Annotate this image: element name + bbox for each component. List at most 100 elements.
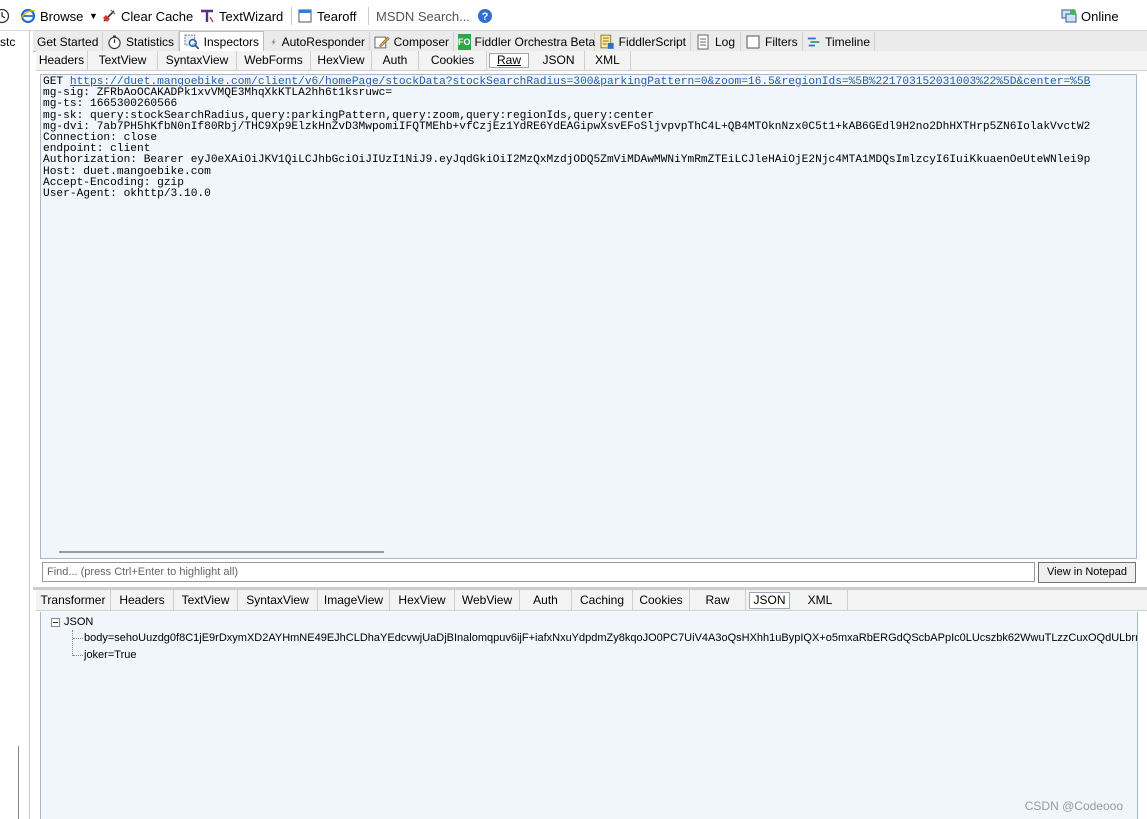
clear-cache-icon — [103, 9, 116, 22]
tab-label: Filters — [765, 34, 798, 49]
main-tab-strip: Get Started Statistics Inspectors AutoRe… — [33, 31, 1147, 52]
json-node-body[interactable]: body=sehoUuzdg0f8C1jE9rDxymXD2AYHmNE49EJ… — [84, 632, 1137, 644]
req-tab-syntaxview[interactable]: SyntaxView — [158, 51, 237, 70]
tab-composer[interactable]: Composer — [370, 32, 454, 51]
svg-text:?: ? — [482, 11, 489, 23]
online-label: Online — [1081, 8, 1119, 24]
req-tab-auth[interactable]: Auth — [372, 51, 419, 70]
textwizard-icon — [201, 9, 214, 23]
req-tab-cookies[interactable]: Cookies — [419, 51, 487, 70]
tab-autoresponder[interactable]: AutoResponder — [266, 32, 370, 51]
clear-cache-button[interactable]: Clear Cache — [101, 6, 193, 26]
find-bar: Find... (press Ctrl+Enter to highlight a… — [40, 562, 1138, 584]
compose-icon — [374, 36, 390, 48]
header-line: Accept-Encoding: gzip — [43, 176, 184, 189]
textwizard-label: TextWizard — [219, 8, 284, 24]
resp-tab-auth[interactable]: Auth — [520, 590, 572, 610]
resp-tab-xml[interactable]: XML — [793, 590, 848, 610]
tab-label: FiddlerScript — [618, 34, 686, 49]
watermark: CSDN @Codeooo — [1024, 799, 1123, 813]
raw-request-text[interactable]: GET https://duet.mangoebike.com/client/v… — [43, 76, 1091, 201]
req-tab-json[interactable]: JSON — [533, 51, 585, 70]
horizontal-scrollbar[interactable] — [59, 551, 384, 553]
tab-filters[interactable]: Filters — [741, 32, 803, 51]
network-online-icon — [1061, 9, 1077, 23]
header-line: Connection: close — [43, 132, 158, 145]
resp-tab-imageview[interactable]: ImageView — [318, 590, 390, 610]
browse-button[interactable]: Browse — [20, 6, 83, 26]
session-list-partial-text: stc — [0, 35, 16, 49]
resp-tab-syntaxview[interactable]: SyntaxView — [238, 590, 318, 610]
resp-tab-hexview[interactable]: HexView — [390, 590, 455, 610]
header-line: mg-sk: query:stockSearchRadius,query:par… — [43, 109, 654, 122]
req-tab-xml[interactable]: XML — [585, 51, 631, 70]
tree-connector — [72, 630, 74, 656]
msdn-search-box[interactable]: MSDN Search... — [376, 6, 470, 26]
clear-cache-label: Clear Cache — [121, 8, 194, 24]
tab-inspectors[interactable]: Inspectors — [179, 31, 264, 52]
raw-request-view[interactable]: GET https://duet.mangoebike.com/client/v… — [40, 74, 1137, 559]
header-line: User-Agent: okhttp/3.10.0 — [43, 188, 211, 201]
response-json-tree[interactable]: JSON body=sehoUuzdg0f8C1jE9rDxymXD2AYHmN… — [40, 612, 1138, 819]
tab-log[interactable]: Log — [691, 32, 741, 51]
req-tab-raw[interactable]: Raw — [489, 53, 529, 68]
help-icon[interactable]: ? — [477, 6, 497, 26]
header-line: mg-dvi: 7ab7PH5hKfbN0nIf80Rbj/THC9Xp9Elz… — [43, 120, 1091, 133]
header-line: Host: duet.mangoebike.com — [43, 165, 211, 178]
tab-timeline[interactable]: Timeline — [803, 32, 875, 51]
collapse-icon[interactable] — [51, 617, 60, 627]
tab-label: Inspectors — [203, 35, 259, 49]
fo-badge-icon: FO — [458, 33, 471, 50]
req-tab-webforms[interactable]: WebForms — [237, 51, 311, 70]
tearoff-button[interactable]: Tearoff — [297, 6, 357, 26]
tearoff-label: Tearoff — [317, 8, 357, 24]
response-inspector-tabs: Transformer Headers TextView SyntaxView … — [36, 590, 1147, 611]
resp-tab-transformer[interactable]: Transformer — [36, 590, 111, 610]
browse-label: Browse — [40, 8, 84, 24]
script-icon — [600, 34, 614, 49]
req-tab-textview[interactable]: TextView — [88, 51, 158, 70]
resp-tab-headers[interactable]: Headers — [111, 590, 174, 610]
resp-tab-json[interactable]: JSON — [749, 592, 790, 609]
log-icon — [697, 34, 709, 49]
stopwatch-icon — [108, 34, 121, 49]
tree-connector — [73, 655, 83, 656]
tab-label: Statistics — [125, 34, 174, 49]
resp-tab-caching[interactable]: Caching — [572, 590, 633, 610]
tab-label: Get Started — [37, 34, 99, 49]
stream-icon[interactable] — [0, 6, 14, 26]
request-url-link[interactable]: https://duet.mangoebike.com/client/v6/ho… — [70, 76, 1090, 88]
checkbox-icon — [746, 35, 760, 48]
find-input[interactable]: Find... (press Ctrl+Enter to highlight a… — [42, 562, 1035, 582]
header-line: Authorization: Bearer eyJ0eXAiOiJKV1QiLC… — [43, 154, 1091, 167]
view-in-notepad-button[interactable]: View in Notepad — [1038, 562, 1136, 583]
browse-dropdown-icon[interactable]: ▼ — [89, 6, 98, 26]
tab-statistics[interactable]: Statistics — [103, 32, 179, 51]
resp-tab-raw[interactable]: Raw — [690, 590, 746, 610]
timeline-icon — [807, 37, 820, 46]
resp-tab-textview[interactable]: TextView — [174, 590, 238, 610]
tab-get-started[interactable]: Get Started — [33, 32, 103, 51]
toolbar-separator — [368, 7, 369, 25]
tearoff-icon — [298, 9, 312, 23]
inspect-icon — [184, 34, 200, 50]
vertical-scrollbar[interactable] — [18, 746, 19, 819]
lightning-icon — [271, 38, 276, 45]
ie-browser-icon — [20, 8, 36, 24]
resp-tab-webview[interactable]: WebView — [455, 590, 520, 610]
tab-label: Log — [715, 34, 736, 49]
textwizard-button[interactable]: TextWizard — [199, 6, 283, 26]
json-root-node[interactable]: JSON — [51, 616, 93, 628]
resp-tab-cookies[interactable]: Cookies — [633, 590, 690, 610]
tab-label: AutoResponder — [281, 34, 365, 49]
tab-fiddler-orchestra-beta[interactable]: FO Fiddler Orchestra Beta — [454, 32, 595, 51]
tab-fiddlerscript[interactable]: FiddlerScript — [595, 32, 691, 51]
json-node-joker[interactable]: joker=True — [84, 649, 136, 661]
req-tab-headers[interactable]: Headers — [36, 51, 88, 70]
header-line: mg-ts: 1665300260566 — [43, 98, 178, 111]
tab-label: Fiddler Orchestra Beta — [474, 34, 596, 49]
json-root-label: JSON — [64, 616, 94, 628]
req-tab-hexview[interactable]: HexView — [311, 51, 372, 70]
online-status[interactable]: Online — [1061, 6, 1119, 26]
session-list-pane[interactable]: stc — [0, 31, 30, 819]
